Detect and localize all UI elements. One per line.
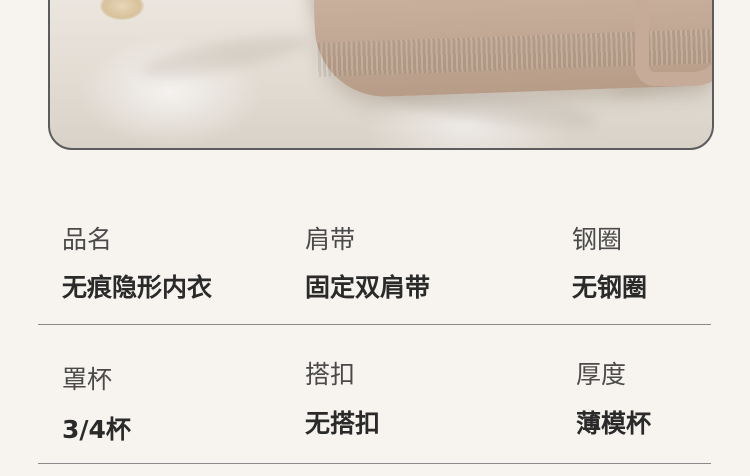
spec-value-product-name: 无痕隐形内衣: [62, 273, 213, 302]
spec-label-strap: 肩带: [305, 225, 356, 254]
spec-value-thickness: 薄模杯: [576, 409, 652, 438]
spec-value-clasp: 无搭扣: [305, 409, 381, 438]
row-divider: [38, 463, 711, 464]
spec-value-underwire: 无钢圈: [572, 273, 648, 302]
spec-label-clasp: 搭扣: [305, 360, 356, 389]
spec-label-cup: 罩杯: [62, 365, 113, 394]
spec-label-product-name: 品名: [62, 225, 113, 254]
spec-label-thickness: 厚度: [576, 360, 627, 389]
spec-label-underwire: 钢圈: [572, 225, 623, 254]
row-divider: [38, 324, 711, 325]
spec-value-strap: 固定双肩带: [305, 273, 431, 302]
spec-value-cup: 3/4杯: [62, 415, 131, 444]
spec-table: 品名 无痕隐形内衣 肩带 固定双肩带 钢圈 无钢圈 罩杯 3/4杯 搭扣 无搭扣…: [0, 0, 750, 476]
